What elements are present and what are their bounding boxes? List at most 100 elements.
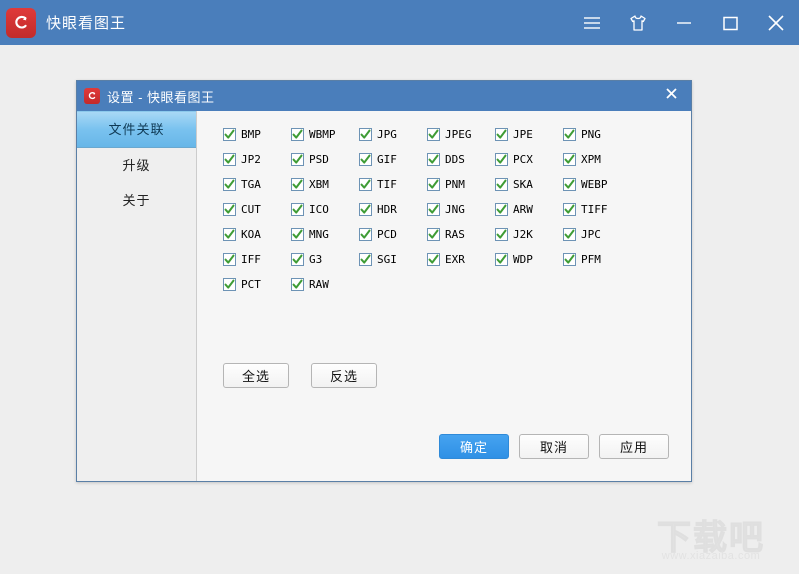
checkmark-icon <box>495 178 508 191</box>
checkmark-icon <box>291 153 304 166</box>
selection-buttons: 全选 反选 <box>223 363 377 388</box>
format-checkbox-j2k[interactable]: J2K <box>495 222 563 247</box>
format-checkbox-psd[interactable]: PSD <box>291 147 359 172</box>
format-checkbox-pct[interactable]: PCT <box>223 272 291 297</box>
checkmark-icon <box>563 253 576 266</box>
format-checkbox-mng[interactable]: MNG <box>291 222 359 247</box>
minimize-button[interactable] <box>661 0 707 45</box>
checkmark-icon <box>291 128 304 141</box>
format-checkbox-tiff[interactable]: TIFF <box>563 197 631 222</box>
settings-dialog: 设置 - 快眼看图王 文件关联 升级 关于 BMP WBMP JPG JPEG … <box>76 80 692 482</box>
format-checkbox-raw[interactable]: RAW <box>291 272 359 297</box>
checkmark-icon <box>427 178 440 191</box>
format-checkbox-wbmp[interactable]: WBMP <box>291 122 359 147</box>
app-logo-icon <box>84 88 100 104</box>
format-checkbox-exr[interactable]: EXR <box>427 247 495 272</box>
format-label: XPM <box>581 153 601 166</box>
format-checkbox-pfm[interactable]: PFM <box>563 247 631 272</box>
menu-button[interactable] <box>569 0 615 45</box>
sidebar-item-about[interactable]: 关于 <box>77 183 196 218</box>
format-checkbox-g3[interactable]: G3 <box>291 247 359 272</box>
format-checkbox-pnm[interactable]: PNM <box>427 172 495 197</box>
format-checkbox-ska[interactable]: SKA <box>495 172 563 197</box>
format-checkbox-xpm[interactable]: XPM <box>563 147 631 172</box>
format-label: TIF <box>377 178 397 191</box>
format-checkbox-jp2[interactable]: JP2 <box>223 147 291 172</box>
cancel-label: 取消 <box>539 440 568 455</box>
close-icon <box>664 86 679 106</box>
checkmark-icon <box>291 278 304 291</box>
format-checkbox-dds[interactable]: DDS <box>427 147 495 172</box>
checkmark-icon <box>291 203 304 216</box>
checkmark-icon <box>495 203 508 216</box>
format-checkbox-gif[interactable]: GIF <box>359 147 427 172</box>
format-label: JPC <box>581 228 601 241</box>
format-checkbox-jpg[interactable]: JPG <box>359 122 427 147</box>
maximize-button[interactable] <box>707 0 753 45</box>
checkmark-icon <box>223 228 236 241</box>
format-checkbox-jpe[interactable]: JPE <box>495 122 563 147</box>
skin-button[interactable] <box>615 0 661 45</box>
format-checkbox-png[interactable]: PNG <box>563 122 631 147</box>
format-checkbox-jpeg[interactable]: JPEG <box>427 122 495 147</box>
dialog-close-button[interactable] <box>651 81 691 111</box>
select-all-button[interactable]: 全选 <box>223 363 289 388</box>
format-label: PNG <box>581 128 601 141</box>
sidebar-item-label: 升级 <box>122 158 151 173</box>
format-label: ARW <box>513 203 533 216</box>
format-label: RAW <box>309 278 329 291</box>
format-checkbox-ico[interactable]: ICO <box>291 197 359 222</box>
format-label: CUT <box>241 203 261 216</box>
checkmark-icon <box>223 203 236 216</box>
format-label: DDS <box>445 153 465 166</box>
format-checkbox-sgi[interactable]: SGI <box>359 247 427 272</box>
format-label: ICO <box>309 203 329 216</box>
checkmark-icon <box>563 203 576 216</box>
format-label: PCX <box>513 153 533 166</box>
ok-button[interactable]: 确定 <box>439 434 509 459</box>
format-checkbox-arw[interactable]: ARW <box>495 197 563 222</box>
checkmark-icon <box>359 203 372 216</box>
format-label: XBM <box>309 178 329 191</box>
format-label: WEBP <box>581 178 608 191</box>
sidebar-item-upgrade[interactable]: 升级 <box>77 148 196 183</box>
format-checkbox-wdp[interactable]: WDP <box>495 247 563 272</box>
format-checkbox-iff[interactable]: IFF <box>223 247 291 272</box>
format-row: IFF G3 SGI EXR WDP PFM <box>223 247 653 272</box>
invert-selection-label: 反选 <box>329 369 358 384</box>
checkmark-icon <box>359 178 372 191</box>
sidebar-item-file-association[interactable]: 文件关联 <box>77 111 196 148</box>
file-association-panel: BMP WBMP JPG JPEG JPE PNG JP2 PSD GIF DDS PCX XPM TG… <box>197 111 691 481</box>
format-checkbox-jng[interactable]: JNG <box>427 197 495 222</box>
site-watermark: 下载吧 www.xiazaiba.com <box>631 520 791 568</box>
format-checkbox-bmp[interactable]: BMP <box>223 122 291 147</box>
apply-button[interactable]: 应用 <box>599 434 669 459</box>
cancel-button[interactable]: 取消 <box>519 434 589 459</box>
close-button[interactable] <box>753 0 799 45</box>
format-checkbox-tga[interactable]: TGA <box>223 172 291 197</box>
app-logo-icon <box>6 7 36 38</box>
format-checkbox-pcx[interactable]: PCX <box>495 147 563 172</box>
format-checkbox-cut[interactable]: CUT <box>223 197 291 222</box>
checkmark-icon <box>495 153 508 166</box>
invert-selection-button[interactable]: 反选 <box>311 363 377 388</box>
format-label: JPEG <box>445 128 472 141</box>
format-checkbox-webp[interactable]: WEBP <box>563 172 631 197</box>
format-checkbox-tif[interactable]: TIF <box>359 172 427 197</box>
checkmark-icon <box>223 278 236 291</box>
format-label: PFM <box>581 253 601 266</box>
format-checkbox-xbm[interactable]: XBM <box>291 172 359 197</box>
format-row: TGA XBM TIF PNM SKA WEBP <box>223 172 653 197</box>
format-checkbox-jpc[interactable]: JPC <box>563 222 631 247</box>
checkmark-icon <box>359 128 372 141</box>
format-label: PCT <box>241 278 261 291</box>
checkmark-icon <box>563 178 576 191</box>
format-checkbox-ras[interactable]: RAS <box>427 222 495 247</box>
format-label: SGI <box>377 253 397 266</box>
format-checkbox-koa[interactable]: KOA <box>223 222 291 247</box>
main-titlebar: 快眼看图王 <box>0 0 799 45</box>
format-checkbox-hdr[interactable]: HDR <box>359 197 427 222</box>
format-label: JPG <box>377 128 397 141</box>
sidebar-item-label: 文件关联 <box>108 122 165 137</box>
format-checkbox-pcd[interactable]: PCD <box>359 222 427 247</box>
